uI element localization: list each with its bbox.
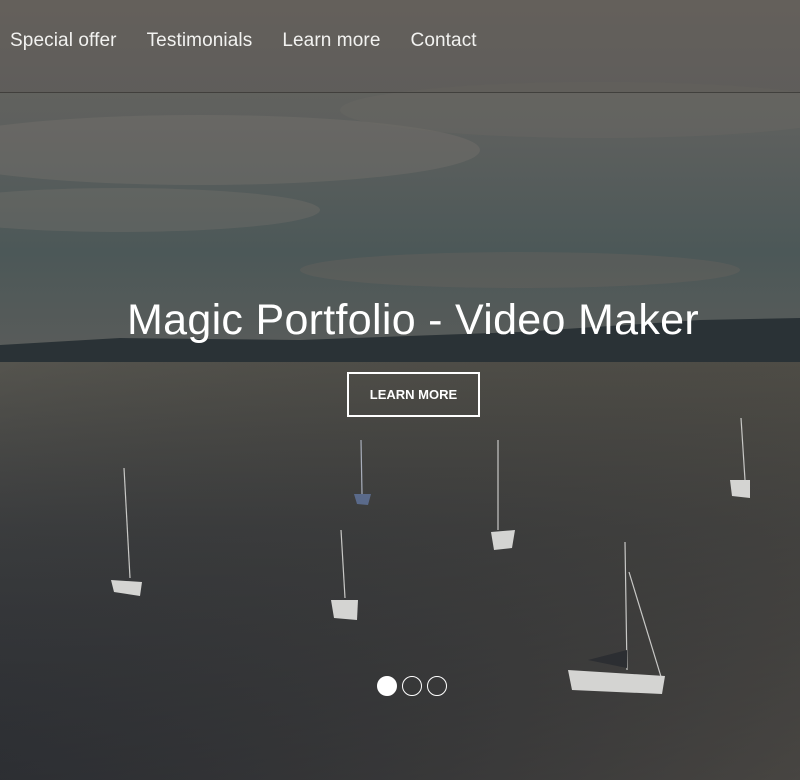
hero-title: Magic Portfolio - Video Maker: [127, 296, 699, 344]
nav-link-testimonials[interactable]: Testimonials: [147, 30, 253, 52]
hero-section: Special offer Testimonials Learn more Co…: [0, 0, 800, 780]
nav-link-learn-more[interactable]: Learn more: [282, 30, 380, 52]
nav-link-special-offer[interactable]: Special offer: [10, 30, 117, 52]
navbar: Special offer Testimonials Learn more Co…: [0, 0, 800, 93]
learn-more-button[interactable]: LEARN MORE: [347, 372, 480, 417]
nav-menu: Special offer Testimonials Learn more Co…: [10, 30, 507, 52]
carousel-dot-2[interactable]: [402, 676, 422, 696]
carousel-indicators: [377, 676, 452, 696]
nav-link-contact[interactable]: Contact: [411, 30, 477, 52]
carousel-dot-3[interactable]: [427, 676, 447, 696]
carousel-dot-1[interactable]: [377, 676, 397, 696]
